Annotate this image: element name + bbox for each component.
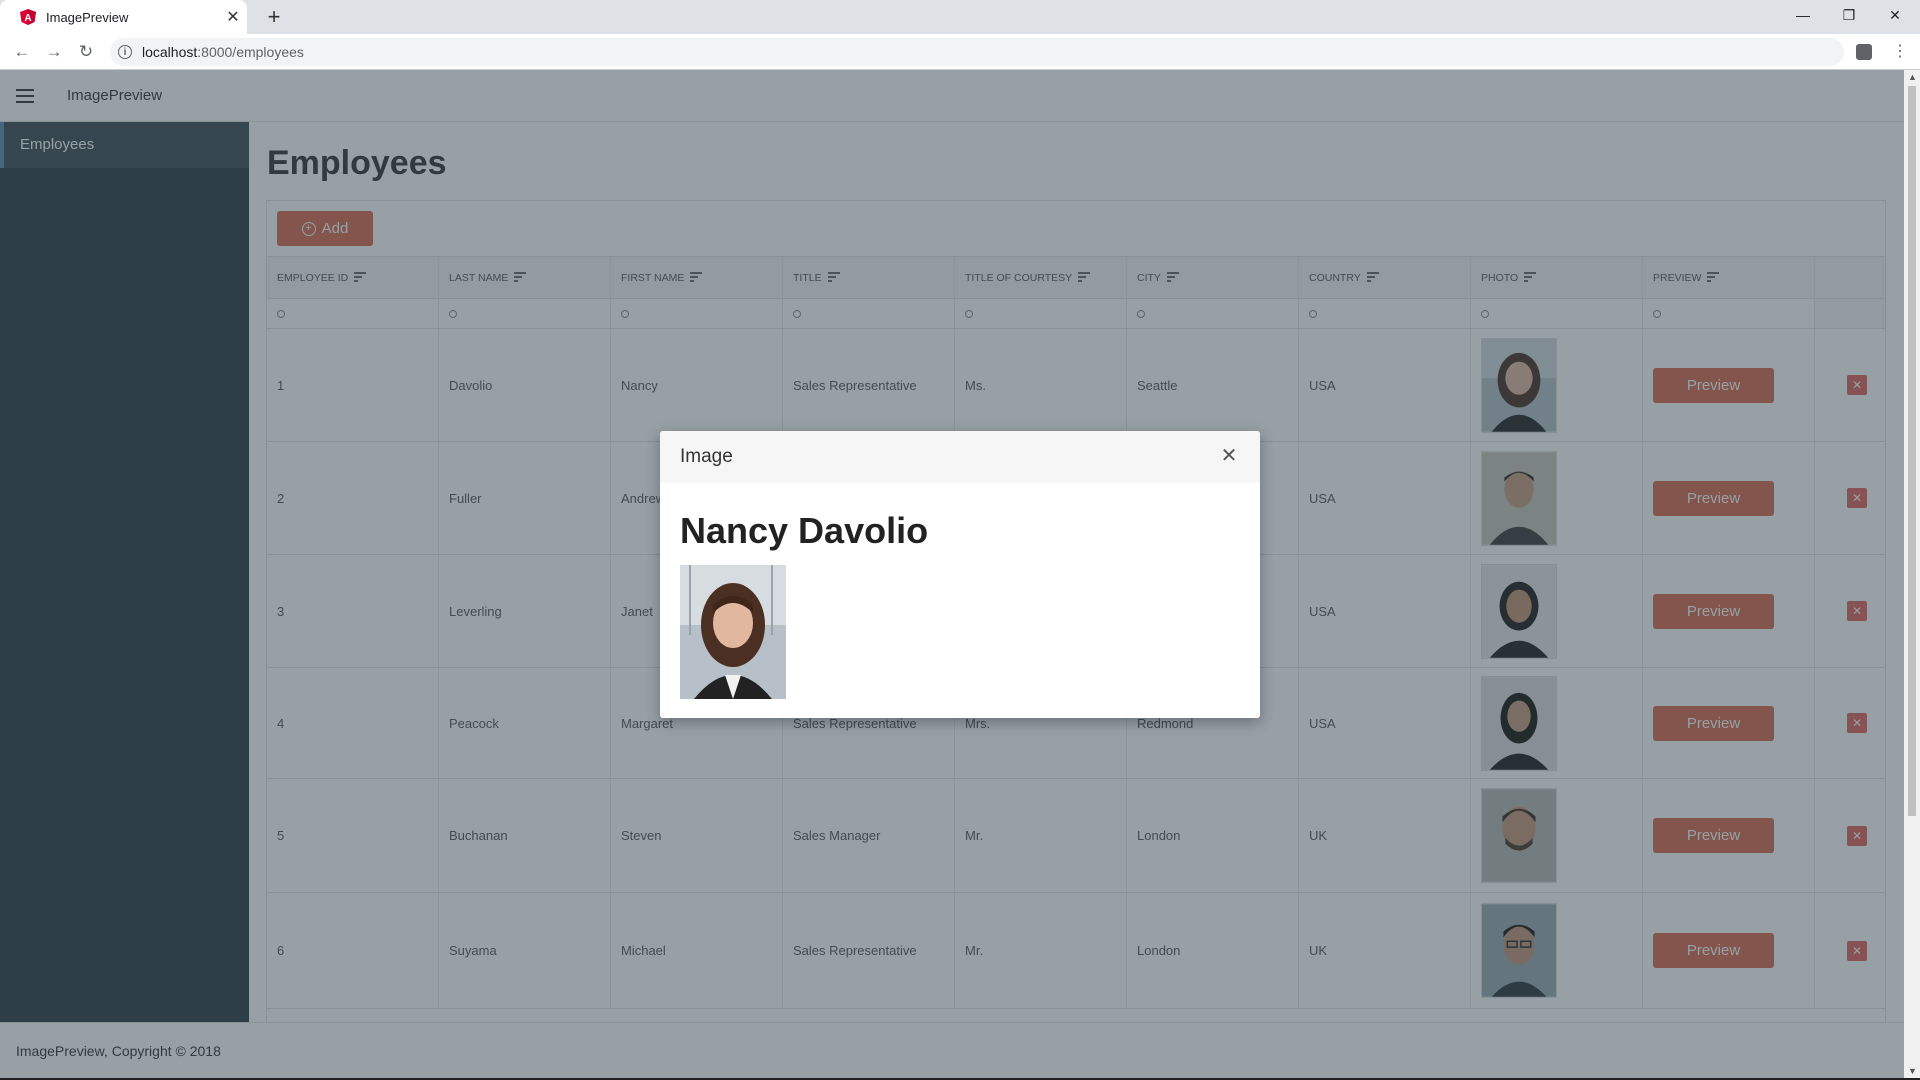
- back-icon[interactable]: ←: [10, 40, 34, 64]
- image-dialog: Image ✕ Nancy Davolio: [660, 431, 1260, 718]
- minimize-icon[interactable]: —: [1780, 0, 1826, 30]
- dialog-close-icon[interactable]: ✕: [1219, 446, 1239, 466]
- extension-icon[interactable]: [1856, 44, 1872, 60]
- browser-menu-icon[interactable]: ⋮: [1892, 42, 1908, 62]
- new-tab-icon[interactable]: +: [262, 5, 286, 29]
- tab-title: ImagePreview: [46, 9, 129, 25]
- employee-name-heading: Nancy Davolio: [680, 510, 929, 551]
- browser-tab[interactable]: A ImagePreview ✕: [0, 0, 247, 34]
- restore-icon[interactable]: ❐: [1826, 0, 1872, 30]
- url-path: :8000/employees: [197, 44, 304, 60]
- employee-photo-large: [680, 565, 786, 699]
- window-close-icon[interactable]: ✕: [1872, 0, 1918, 30]
- svg-text:A: A: [24, 13, 31, 24]
- tab-close-icon[interactable]: ✕: [219, 7, 247, 27]
- angular-icon: A: [20, 9, 36, 25]
- page-scrollbar[interactable]: ▲ ▼: [1904, 70, 1920, 1080]
- scrollbar-thumb[interactable]: [1908, 86, 1916, 816]
- info-icon[interactable]: i: [118, 45, 132, 59]
- browser-tabstrip: A ImagePreview ✕ + — ❐ ✕: [0, 0, 1920, 34]
- reload-icon[interactable]: ↻: [74, 40, 98, 64]
- scroll-up-icon[interactable]: ▲: [1908, 72, 1917, 82]
- dialog-title: Image: [680, 446, 733, 467]
- url-host: localhost: [142, 44, 198, 60]
- browser-toolbar: ← → ↻ i localhost:8000/employees ⋮: [0, 34, 1920, 70]
- forward-icon[interactable]: →: [42, 40, 66, 64]
- scroll-down-icon[interactable]: ▼: [1908, 1066, 1917, 1076]
- address-bar[interactable]: i localhost:8000/employees: [110, 38, 1844, 66]
- dialog-header: Image ✕: [660, 431, 1260, 483]
